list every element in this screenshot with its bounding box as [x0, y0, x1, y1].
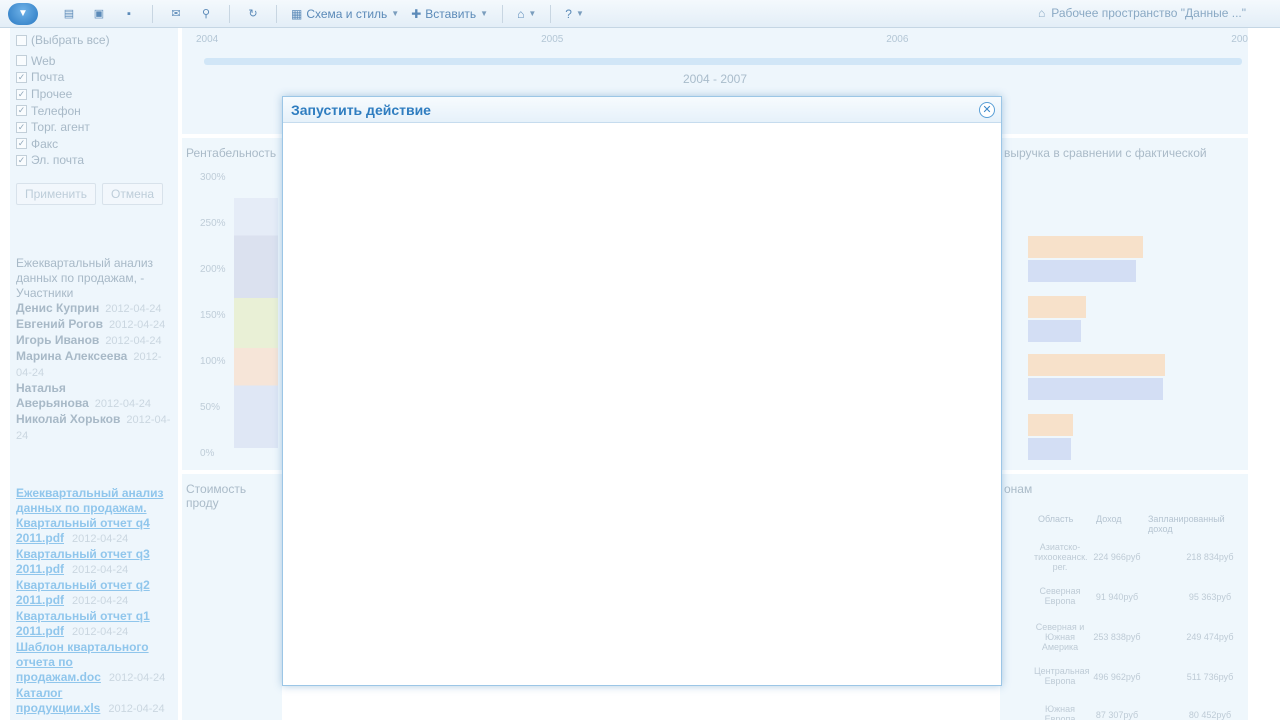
plus-icon: ✚ — [411, 6, 422, 21]
insert-menu[interactable]: ✚ Вставить ▼ — [411, 7, 488, 21]
home-menu[interactable]: ⌂ ▼ — [517, 7, 536, 21]
toolbar-divider — [550, 4, 552, 23]
close-icon: ✕ — [982, 103, 992, 116]
dialog-header: Запустить действие ✕ — [283, 97, 1001, 123]
scheme-style-menu[interactable]: ▦ Схема и стиль ▼ — [291, 7, 399, 21]
toolbar-divider — [276, 4, 277, 23]
email-icon[interactable]: ✉ — [167, 6, 185, 22]
run-action-dialog: Запустить действие ✕ — [282, 96, 1002, 686]
workspace-label: Рабочее пространство "Данные ..." — [1051, 6, 1246, 20]
help-menu[interactable]: ? ▼ — [565, 7, 584, 21]
chevron-down-icon: ▼ — [480, 9, 489, 18]
layout-icon: ▦ — [291, 6, 303, 21]
chevron-down-icon: ▼ — [391, 9, 400, 18]
close-button[interactable]: ✕ — [979, 101, 995, 118]
scheme-style-label: Схема и стиль — [306, 6, 388, 21]
chevron-down-icon: ▼ — [528, 9, 537, 18]
home-icon: ⌂ — [1037, 6, 1046, 20]
help-icon: ? — [565, 6, 572, 21]
dialog-title: Запустить действие — [291, 101, 431, 118]
insert-label: Вставить — [425, 6, 477, 21]
toolbar-divider — [502, 4, 504, 23]
share-icon[interactable]: ⚲ — [197, 6, 215, 22]
new-icon[interactable]: ▤ — [60, 6, 78, 22]
workspace-indicator[interactable]: ⌂ Рабочее пространство "Данные ..." — [1038, 6, 1246, 20]
dialog-body — [283, 123, 1001, 685]
chevron-down-icon: ▼ — [18, 8, 28, 19]
refresh-icon[interactable]: ↻ — [244, 6, 262, 22]
main-toolbar: ▼ ▤ ▣ ▪ ✉ ⚲ ↻ ▦ Схема и стиль ▼ ✚ Встави… — [0, 0, 1280, 28]
home-icon: ⌂ — [517, 6, 525, 21]
save-icon[interactable]: ▪ — [120, 6, 138, 22]
open-folder-icon[interactable]: ▣ — [90, 6, 108, 22]
toolbar-divider — [229, 4, 230, 23]
app-menu-button[interactable]: ▼ — [8, 2, 38, 25]
toolbar-divider — [152, 4, 153, 23]
chevron-down-icon: ▼ — [575, 9, 584, 18]
